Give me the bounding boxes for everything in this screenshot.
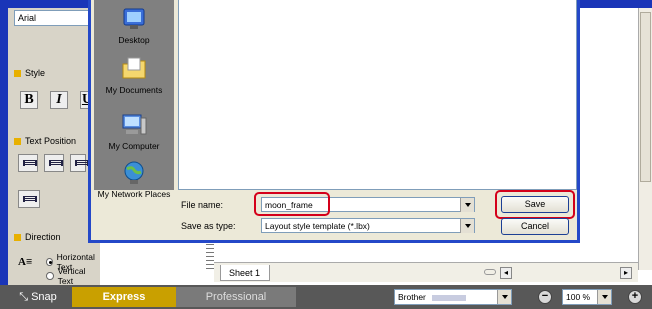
scrollbar-thumb[interactable] bbox=[640, 12, 651, 182]
sheet-tab-1[interactable]: Sheet 1 bbox=[220, 265, 270, 281]
status-bar: ⤡ Snap Express Professional Brother − 10… bbox=[0, 285, 652, 309]
radio-selected-icon bbox=[46, 258, 53, 266]
scroll-right-arrow-icon[interactable]: ▸ bbox=[620, 267, 632, 279]
desktop-icon bbox=[123, 8, 145, 29]
vertical-text-radio[interactable]: Vertical Text bbox=[46, 266, 100, 286]
text-fit-button[interactable] bbox=[18, 190, 40, 208]
vertical-ruler bbox=[206, 244, 214, 272]
text-position-label: Text Position bbox=[25, 136, 77, 146]
save-as-type-value: Layout style template (*.lbx) bbox=[265, 221, 370, 231]
place-my-documents[interactable]: My Documents bbox=[94, 56, 174, 95]
chevron-down-icon[interactable] bbox=[460, 219, 474, 233]
properties-panel: Arial Style B I U Text Position Directio… bbox=[0, 8, 100, 286]
place-label: My Computer bbox=[108, 141, 160, 151]
zoom-in-button[interactable]: + bbox=[628, 290, 642, 304]
section-marker-icon bbox=[14, 233, 21, 241]
vertical-scrollbar[interactable] bbox=[638, 8, 652, 270]
printer-value: Brother bbox=[398, 292, 426, 302]
save-button-highlight bbox=[495, 190, 575, 219]
layout-canvas[interactable] bbox=[578, 8, 638, 270]
vertical-text-label: Vertical Text bbox=[57, 266, 86, 286]
save-as-type-label: Save as type: bbox=[181, 221, 236, 231]
snap-icon: ⤡ bbox=[19, 291, 32, 303]
text-direction-icon: A≡ bbox=[18, 256, 33, 268]
save-as-type-select[interactable]: Layout style template (*.lbx) bbox=[261, 218, 475, 233]
align-left-button[interactable] bbox=[18, 154, 38, 172]
place-label: My Network Places bbox=[97, 189, 171, 199]
place-label: My Documents bbox=[105, 85, 163, 95]
align-right-button[interactable] bbox=[70, 154, 89, 172]
text-position-section-header: Text Position bbox=[14, 136, 76, 146]
file-name-highlight bbox=[254, 192, 330, 216]
professional-mode-button[interactable]: Professional bbox=[176, 287, 296, 307]
place-label: Desktop bbox=[118, 35, 150, 45]
align-center-button[interactable] bbox=[44, 154, 64, 172]
my-computer-icon bbox=[122, 114, 147, 135]
my-documents-icon bbox=[122, 57, 146, 79]
direction-label: Direction bbox=[25, 232, 61, 242]
zoom-select[interactable]: 100 % bbox=[562, 289, 612, 305]
tab-split-handle[interactable] bbox=[484, 269, 496, 275]
snap-label: Snap bbox=[31, 291, 57, 303]
scroll-left-arrow-icon[interactable]: ◂ bbox=[500, 267, 512, 279]
font-name-input[interactable]: Arial bbox=[14, 10, 94, 26]
network-places-icon bbox=[124, 161, 144, 184]
place-my-computer[interactable]: My Computer bbox=[94, 112, 174, 151]
direction-section-header: Direction bbox=[14, 232, 61, 242]
printer-select[interactable]: Brother bbox=[394, 289, 512, 305]
file-list-view[interactable] bbox=[178, 0, 577, 190]
cancel-button[interactable]: Cancel bbox=[501, 218, 569, 235]
chevron-down-icon[interactable] bbox=[460, 198, 474, 212]
zoom-out-button[interactable]: − bbox=[538, 290, 552, 304]
chevron-down-icon[interactable] bbox=[597, 290, 611, 304]
places-bar: Desktop My Documents My Computer My Netw… bbox=[94, 0, 174, 199]
file-name-label: File name: bbox=[181, 200, 224, 210]
express-mode-button[interactable]: Express bbox=[72, 287, 176, 307]
zoom-value: 100 % bbox=[566, 292, 591, 302]
bold-button[interactable]: B bbox=[20, 91, 38, 109]
printer-model-redacted bbox=[432, 294, 467, 301]
sheet-tab-bar: Sheet 1 ◂ ▸ bbox=[214, 262, 638, 282]
place-my-network-places[interactable]: My Network Places bbox=[94, 160, 174, 199]
italic-button[interactable]: I bbox=[50, 91, 68, 109]
section-marker-icon bbox=[14, 137, 21, 145]
save-as-dialog: Desktop My Documents My Computer My Netw… bbox=[88, 0, 580, 243]
radio-empty-icon bbox=[46, 272, 54, 280]
section-marker-icon bbox=[14, 69, 21, 77]
style-label: Style bbox=[25, 68, 46, 78]
chevron-down-icon[interactable] bbox=[497, 290, 511, 304]
snap-toggle[interactable]: ⤡ Snap bbox=[8, 287, 68, 307]
place-desktop[interactable]: Desktop bbox=[94, 6, 174, 45]
style-section-header: Style bbox=[14, 68, 45, 78]
